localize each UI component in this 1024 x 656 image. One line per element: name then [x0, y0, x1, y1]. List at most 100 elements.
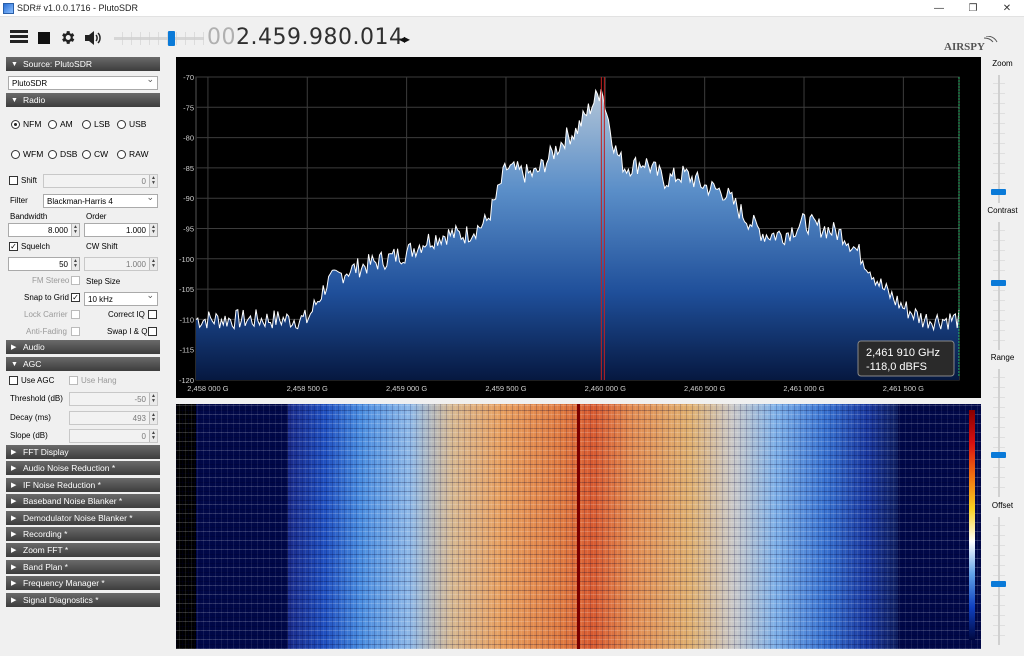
zoom-label: Zoom — [992, 59, 1013, 68]
use-agc-checkbox[interactable] — [9, 376, 18, 385]
cw-shift-input[interactable]: 1.000 ▲ ▼ — [84, 257, 158, 271]
order-spinner[interactable]: ▲ ▼ — [149, 224, 157, 236]
volume-slider-track[interactable] — [114, 32, 204, 45]
threshold-spinner[interactable]: ▲ ▼ — [149, 393, 157, 405]
readout-level: -118,0 dBFS — [866, 361, 927, 373]
mode-radio-dsb[interactable]: DSB — [48, 149, 77, 159]
threshold-input[interactable]: -50 ▲ ▼ — [69, 392, 158, 406]
shift-checkbox[interactable] — [9, 176, 18, 185]
y-tick-label: -115 — [180, 346, 194, 355]
spectrum-display[interactable]: -70 -75 -80 -85 -90 -95 -100 -105 -110 -115 -120 2,… — [176, 57, 981, 398]
shift-input[interactable]: 0 ▲ ▼ — [43, 174, 158, 188]
mode-radio-nfm[interactable]: NFM — [11, 119, 41, 129]
decay-input[interactable]: 493 ▲ ▼ — [69, 411, 158, 425]
restore-button[interactable]: ❐ — [956, 0, 990, 17]
squelch-input[interactable]: 50 ▲ ▼ — [8, 257, 80, 271]
plugin-zoom-fft[interactable]: ▶ Zoom FFT * — [6, 543, 160, 557]
section-audio-label: Audio — [23, 342, 45, 352]
snap-to-grid-label: Snap to Grid — [24, 293, 69, 302]
plugin-label: IF Noise Reduction * — [23, 480, 101, 490]
bandwidth-spinner[interactable]: ▲ ▼ — [71, 224, 79, 236]
mode-radio-am[interactable]: AM — [48, 119, 73, 129]
bandwidth-input[interactable]: 8.000 ▲ ▼ — [8, 223, 80, 237]
plugin-label: Baseband Noise Blanker * — [23, 496, 123, 506]
readout-frequency: 2,461 910 GHz — [866, 347, 940, 359]
slope-spinner[interactable]: ▲ ▼ — [149, 430, 157, 442]
plugin-if-noise-reduction[interactable]: ▶ IF Noise Reduction * — [6, 478, 160, 492]
order-input[interactable]: 1.000 ▲ ▼ — [84, 223, 158, 237]
close-button[interactable]: ✕ — [990, 0, 1024, 17]
frequency-leading-zeros: 00 — [207, 25, 236, 50]
speaker-icon[interactable] — [84, 30, 102, 46]
gear-icon[interactable] — [59, 29, 76, 46]
radio-dot — [11, 119, 20, 129]
spectrum-chart[interactable]: -70-75-80-85-90-95-100-105-110-115-1202,… — [176, 57, 981, 398]
x-tick-label: 2,461 000 G — [783, 384, 824, 393]
shift-spinner[interactable]: ▲ ▼ — [149, 175, 157, 187]
plugin-demodulator-noise-blanker[interactable]: ▶ Demodulator Noise Blanker * — [6, 511, 160, 525]
frequency-display[interactable]: 002.459.980.014 — [207, 25, 403, 51]
section-radio-header[interactable]: ▼ Radio — [6, 93, 160, 107]
squelch-spinner[interactable]: ▲ ▼ — [71, 258, 79, 270]
squelch-checkbox[interactable]: ✓ — [9, 242, 18, 251]
threshold-label: Threshold (dB) — [10, 394, 63, 403]
mode-radio-wfm[interactable]: WFM — [11, 149, 43, 159]
waterfall-display[interactable] — [176, 404, 981, 649]
zoom-slider-thumb[interactable] — [991, 189, 1006, 195]
swap-iq-checkbox[interactable] — [148, 327, 157, 336]
frequency-value: 2.459.980.014 — [236, 25, 404, 50]
contrast-slider-thumb[interactable] — [991, 280, 1006, 286]
filter-select[interactable]: Blackman-Harris 4 — [43, 192, 158, 208]
plugin-baseband-noise-blanker[interactable]: ▶ Baseband Noise Blanker * — [6, 494, 160, 508]
plugin-band-plan[interactable]: ▶ Band Plan * — [6, 560, 160, 574]
menu-icon[interactable] — [10, 30, 28, 44]
fm-stereo-checkbox[interactable] — [71, 276, 80, 285]
threshold-value: -50 — [134, 394, 146, 404]
section-audio-header[interactable]: ▶ Audio — [6, 340, 160, 354]
volume-slider-thumb[interactable] — [168, 31, 175, 46]
device-select-value: PlutoSDR — [12, 78, 48, 88]
device-select[interactable]: PlutoSDR — [8, 74, 158, 90]
correct-iq-checkbox[interactable] — [148, 310, 157, 319]
step-size-select[interactable]: 10 kHz — [84, 290, 158, 306]
plugin-recording[interactable]: ▶ Recording * — [6, 527, 160, 541]
slope-input[interactable]: 0 ▲ ▼ — [69, 429, 158, 443]
plugin-frequency-manager[interactable]: ▶ Frequency Manager * — [6, 576, 160, 590]
mode-radio-usb[interactable]: USB — [117, 119, 146, 129]
y-tick-label: -100 — [179, 255, 194, 264]
mode-label: AM — [60, 119, 73, 129]
offset-label: Offset — [991, 501, 1014, 510]
squelch-label: Squelch — [21, 242, 50, 251]
zoom-slider-track[interactable] — [998, 75, 1000, 203]
range-slider-thumb[interactable] — [991, 452, 1006, 458]
mode-radio-cw[interactable]: CW — [82, 149, 108, 159]
section-agc-header[interactable]: ▼ AGC — [6, 357, 160, 371]
decay-value: 493 — [132, 413, 146, 423]
plugin-label: FFT Display — [23, 447, 69, 457]
plugin-label: Band Plan * — [23, 562, 68, 572]
minimize-button[interactable]: — — [922, 0, 956, 17]
cw-shift-spinner[interactable]: ▲ ▼ — [149, 258, 157, 270]
tune-arrows-icon[interactable]: ◂▸ — [399, 32, 410, 46]
cw-shift-label: CW Shift — [86, 242, 118, 251]
filter-value: Blackman-Harris 4 — [47, 196, 113, 206]
plugin-signal-diagnostics[interactable]: ▶ Signal Diagnostics * — [6, 593, 160, 607]
plugin-fft-display[interactable]: ▶ FFT Display — [6, 445, 160, 459]
decay-spinner[interactable]: ▲ ▼ — [149, 412, 157, 424]
contrast-slider-track[interactable] — [998, 222, 1000, 350]
mode-radio-raw[interactable]: RAW — [117, 149, 149, 159]
use-hang-checkbox[interactable] — [69, 376, 78, 385]
section-source-header[interactable]: ▼ Source: PlutoSDR — [6, 57, 160, 71]
filter-label: Filter — [10, 196, 28, 205]
snap-to-grid-checkbox[interactable]: ✓ — [71, 293, 80, 302]
y-tick-label: -85 — [183, 164, 194, 173]
airspy-logo: AIRSPY — [944, 36, 998, 52]
fm-stereo-label: FM Stereo — [32, 276, 70, 285]
offset-slider-thumb[interactable] — [991, 581, 1006, 587]
stop-icon[interactable] — [38, 32, 50, 44]
anti-fading-checkbox[interactable] — [71, 327, 80, 336]
lock-carrier-checkbox[interactable] — [71, 310, 80, 319]
mode-radio-lsb[interactable]: LSB — [82, 119, 110, 129]
range-slider-track[interactable] — [998, 369, 1000, 497]
plugin-audio-noise-reduction[interactable]: ▶ Audio Noise Reduction * — [6, 461, 160, 475]
